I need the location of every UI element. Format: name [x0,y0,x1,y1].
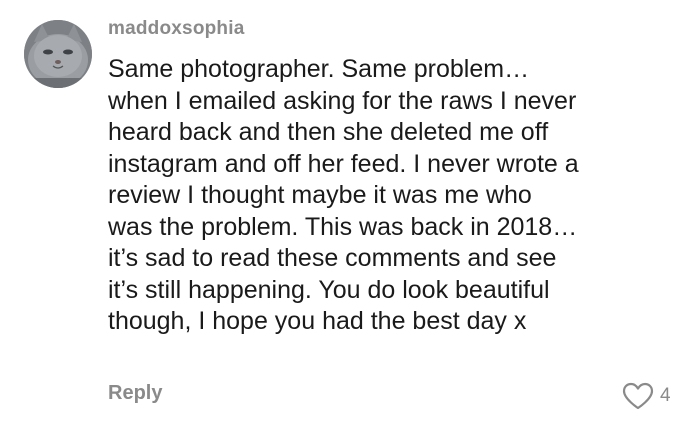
cat-avatar-image [24,20,92,88]
comment-line: Same photographer. Same problem… [108,55,530,83]
comment-body: Same photographer. Same problem… when I … [108,54,688,338]
username[interactable]: maddoxsophia [108,18,244,40]
like-count: 4 [660,385,671,406]
comment-line: when I emailed asking for the raws I nev… [108,86,577,115]
comment-line: was the problem. This was back in 2018… [108,212,578,241]
comment-card: maddoxsophia Same photographer. Same pro… [0,0,700,429]
comment-line: review I thought maybe it was me who [108,181,532,209]
comment-line: it’s sad to read these comments and see [108,244,557,272]
comment-line: though, I hope you had the best day x [108,307,527,335]
comment-line: heard back and then she deleted me off [108,118,549,146]
heart-outline-icon[interactable] [622,382,654,410]
comment-line: it’s still happening. You do look beauti… [108,275,550,304]
comment-line: instagram and off her feed. I never wrot… [108,149,579,178]
like-button[interactable]: 4 [622,379,671,413]
reply-button[interactable]: Reply [108,382,162,405]
avatar[interactable] [24,20,92,88]
